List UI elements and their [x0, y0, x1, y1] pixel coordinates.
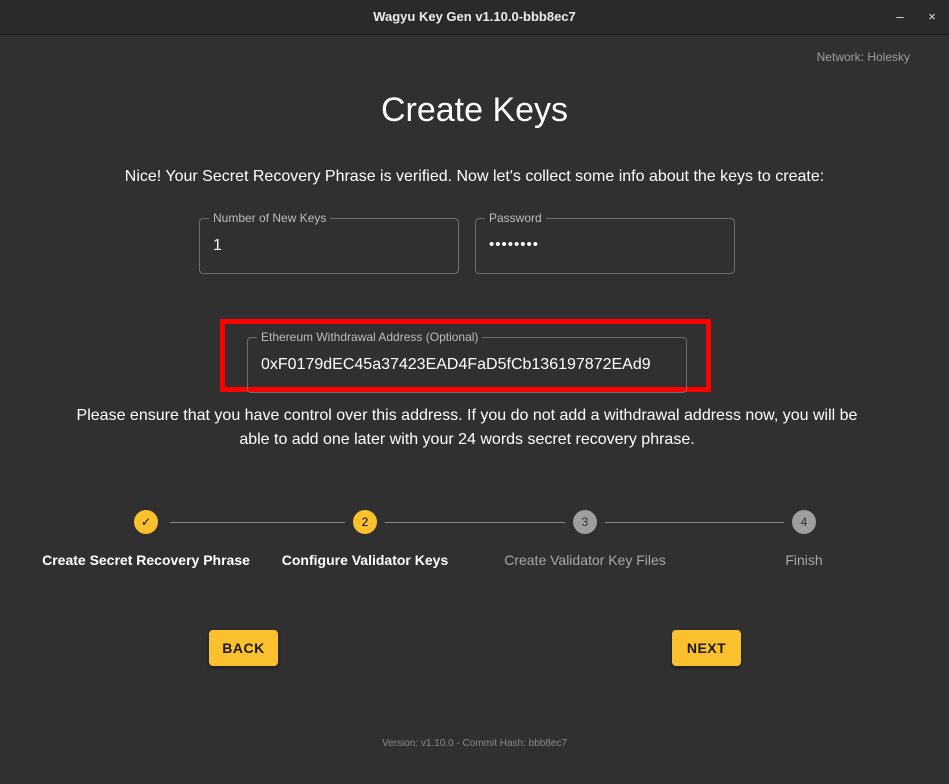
num-keys-input[interactable]: 1: [213, 237, 222, 255]
window-title: Wagyu Key Gen v1.10.0-bbb8ec7: [373, 9, 576, 24]
stepper: ✓ 2 3 4 Create Secret Recovery Phrase Co…: [0, 509, 949, 579]
step-connector: [170, 522, 345, 523]
step-connector: [605, 522, 784, 523]
intro-text: Nice! Your Secret Recovery Phrase is ver…: [124, 168, 825, 185]
step-connector: [385, 522, 565, 523]
network-label: Network: Holesky: [816, 50, 910, 64]
minimize-icon[interactable]: –: [890, 7, 910, 27]
num-keys-label: Number of New Keys: [209, 211, 331, 225]
step-1-check-icon: ✓: [134, 510, 158, 534]
step-1-label: Create Secret Recovery Phrase: [42, 552, 250, 568]
page-title: Create Keys: [380, 91, 569, 129]
version-info: Version: v1.10.0 - Commit Hash: bbb8ec7: [381, 738, 568, 749]
step-2-icon: 2: [353, 510, 377, 534]
back-button[interactable]: BACK: [209, 630, 278, 666]
step-3-icon: 3: [573, 510, 597, 534]
withdrawal-note: Please ensure that you have control over…: [76, 407, 858, 448]
password-label: Password: [485, 211, 546, 225]
password-input[interactable]: ••••••••: [489, 236, 539, 253]
withdrawal-address-label: Ethereum Withdrawal Address (Optional): [257, 330, 483, 344]
withdrawal-address-field[interactable]: Ethereum Withdrawal Address (Optional) 0…: [247, 330, 687, 393]
password-field[interactable]: Password ••••••••: [475, 211, 735, 274]
title-bar: Wagyu Key Gen v1.10.0-bbb8ec7 – ×: [0, 0, 949, 35]
withdrawal-address-input[interactable]: 0xF0179dEC45a37423EAD4FaD5fCb136197872EA…: [261, 356, 651, 374]
step-3-label: Create Validator Key Files: [504, 552, 666, 568]
step-4-icon: 4: [792, 510, 816, 534]
close-icon[interactable]: ×: [922, 7, 942, 27]
next-button[interactable]: NEXT: [672, 630, 741, 666]
num-keys-field[interactable]: Number of New Keys 1: [199, 211, 459, 274]
step-4-label: Finish: [785, 552, 823, 568]
main-content: Network: Holesky Create Keys Nice! Your …: [0, 35, 949, 784]
step-2-label: Configure Validator Keys: [281, 552, 449, 568]
